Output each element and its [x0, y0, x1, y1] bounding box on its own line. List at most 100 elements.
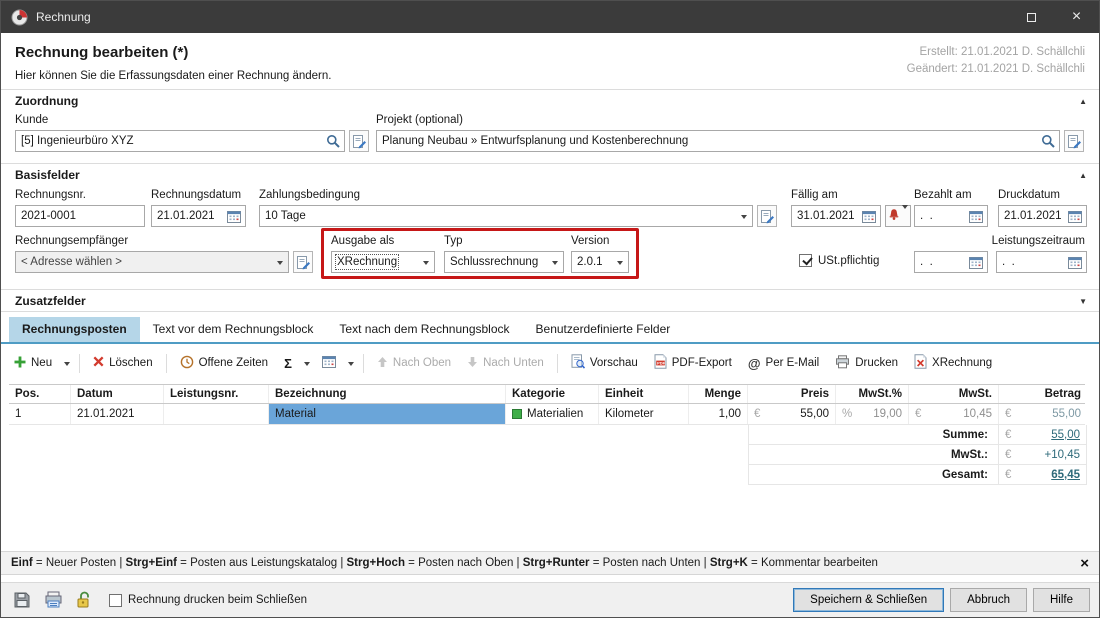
bezahlt-am-input[interactable] [920, 210, 967, 222]
xrechnung-label: XRechnung [932, 357, 992, 369]
leistungszeitraum-bis-field[interactable] [996, 251, 1087, 273]
save-button[interactable] [10, 588, 34, 612]
calendar-dropdown-button[interactable] [345, 354, 357, 373]
version-select[interactable]: 2.0.1 [571, 251, 629, 273]
kunde-field[interactable] [15, 130, 345, 152]
chevron-down-icon[interactable] [418, 252, 434, 272]
calendar-icon[interactable] [1066, 206, 1084, 226]
maximize-button[interactable] [1009, 1, 1054, 33]
cell-betrag[interactable]: € 55,00 [999, 404, 1087, 424]
leistungszeitraum-von-field[interactable] [914, 251, 988, 273]
cell-menge[interactable]: 1,00 [689, 404, 748, 424]
kunde-edit-button[interactable] [349, 130, 369, 152]
move-down-button[interactable]: Nach Unten [460, 352, 551, 375]
section-basisfelder-header: Basisfelder ▲ [1, 164, 1099, 185]
move-up-button[interactable]: Nach Oben [370, 352, 458, 375]
chevron-down-icon[interactable] [272, 252, 288, 272]
projekt-input[interactable] [382, 135, 1039, 147]
app-icon [11, 9, 28, 26]
statusbar-close-icon[interactable]: × [1080, 555, 1089, 572]
chevron-down-icon[interactable] [547, 252, 563, 272]
calendar-icon[interactable] [225, 206, 243, 226]
faellig-am-input[interactable] [797, 210, 860, 222]
checkbox-unchecked-icon [109, 594, 122, 607]
tab-rechnungsposten[interactable]: Rechnungsposten [9, 317, 140, 342]
save-close-button[interactable]: Speichern & Schließen [793, 588, 944, 612]
tab-text-nach-rechnungsblock[interactable]: Text nach dem Rechnungsblock [326, 317, 522, 342]
collapse-zusatzfelder-icon[interactable]: ▼ [1079, 297, 1087, 306]
sum-dropdown-button[interactable] [301, 354, 313, 373]
rechnungsdatum-input[interactable] [157, 210, 225, 222]
calendar-button[interactable] [315, 351, 343, 375]
cell-pos[interactable]: 1 [9, 404, 71, 424]
cell-einheit[interactable]: Kilometer [599, 404, 689, 424]
search-icon[interactable] [324, 131, 342, 151]
cell-leistungsnr[interactable] [164, 404, 269, 424]
ust-pflichtig-checkbox[interactable]: USt.pflichtig [799, 254, 879, 267]
cancel-button[interactable]: Abbruch [950, 588, 1027, 612]
bezahlt-am-label: Bezahlt am [914, 189, 972, 201]
tab-text-vor-rechnungsblock[interactable]: Text vor dem Rechnungsblock [140, 317, 327, 342]
leistungszeitraum-bis-input[interactable] [1002, 256, 1066, 268]
xrechnung-button[interactable]: XRechnung [907, 350, 999, 376]
faellig-am-field[interactable] [791, 205, 881, 227]
print-on-close-checkbox[interactable]: Rechnung drucken beim Schließen [109, 594, 307, 607]
pdf-export-button[interactable]: PDF PDF-Export [647, 350, 739, 376]
druckdatum-input[interactable] [1004, 210, 1066, 222]
lock-button[interactable] [72, 588, 96, 612]
search-icon[interactable] [1039, 131, 1057, 151]
gesamt-value-cell: € 65,45 [998, 465, 1086, 484]
leistungszeitraum-von-input[interactable] [920, 256, 967, 268]
printer-icon [835, 355, 850, 372]
open-times-button[interactable]: Offene Zeiten [173, 351, 275, 376]
druckdatum-field[interactable] [998, 205, 1087, 227]
zahlungsbedingung-select[interactable]: 10 Tage [259, 205, 753, 227]
rechnungsdatum-field[interactable] [151, 205, 246, 227]
new-button[interactable]: Neu [7, 352, 59, 375]
calendar-icon[interactable] [860, 206, 878, 226]
rechnungsnr-input[interactable] [21, 210, 142, 222]
summe-label: Summe: [749, 425, 998, 444]
rechnungsempfaenger-label: Rechnungsempfänger [15, 235, 128, 247]
rechnungsempfaenger-select[interactable]: < Adresse wählen > [15, 251, 289, 273]
rechnungsnr-field[interactable] [15, 205, 145, 227]
version-value: 2.0.1 [577, 256, 603, 268]
kategorie-color-swatch [512, 409, 522, 419]
projekt-field[interactable] [376, 130, 1060, 152]
faellig-am-label: Fällig am [791, 189, 838, 201]
ausgabe-als-select[interactable]: XRechnung [331, 251, 435, 273]
close-button[interactable]: × [1054, 1, 1099, 33]
calendar-icon[interactable] [967, 252, 985, 272]
projekt-edit-button[interactable] [1064, 130, 1084, 152]
open-times-label: Offene Zeiten [199, 357, 268, 369]
collapse-zuordnung-icon[interactable]: ▲ [1079, 97, 1087, 106]
calendar-icon[interactable] [1066, 252, 1084, 272]
bezahlt-am-field[interactable] [914, 205, 988, 227]
cell-preis[interactable]: € 55,00 [748, 404, 836, 424]
print-button[interactable]: Drucken [828, 351, 905, 376]
new-dropdown-button[interactable] [61, 354, 73, 373]
cell-kategorie[interactable]: Materialien [506, 404, 599, 424]
kunde-input[interactable] [21, 135, 324, 147]
cell-mwst-pct[interactable]: % 19,00 [836, 404, 909, 424]
delete-button[interactable]: Löschen [86, 352, 159, 374]
tab-benutzerdefinierte-felder[interactable]: Benutzerdefinierte Felder [523, 317, 684, 342]
cell-mwst[interactable]: € 10,45 [909, 404, 999, 424]
sum-button[interactable]: Σ [277, 352, 299, 375]
chevron-down-icon[interactable] [612, 252, 628, 272]
collapse-basisfelder-icon[interactable]: ▲ [1079, 171, 1087, 180]
calendar-icon[interactable] [967, 206, 985, 226]
table-row[interactable]: 1 21.01.2021 Material Materialien Kilome… [9, 404, 1085, 425]
help-button[interactable]: Hilfe [1033, 588, 1090, 612]
print-settings-button[interactable] [41, 588, 65, 612]
betrag-value: 55,00 [1052, 408, 1081, 420]
reminder-button[interactable] [885, 205, 911, 227]
email-button[interactable]: @ Per E-Mail [741, 352, 826, 375]
preview-button[interactable]: Vorschau [564, 350, 645, 376]
cell-datum[interactable]: 21.01.2021 [71, 404, 164, 424]
zahlungsbedingung-edit-button[interactable] [757, 205, 777, 227]
rechnungsempfaenger-edit-button[interactable] [293, 251, 313, 273]
chevron-down-icon[interactable] [736, 206, 752, 226]
typ-select[interactable]: Schlussrechnung [444, 251, 564, 273]
cell-bezeichnung-selected[interactable]: Material [269, 404, 506, 424]
